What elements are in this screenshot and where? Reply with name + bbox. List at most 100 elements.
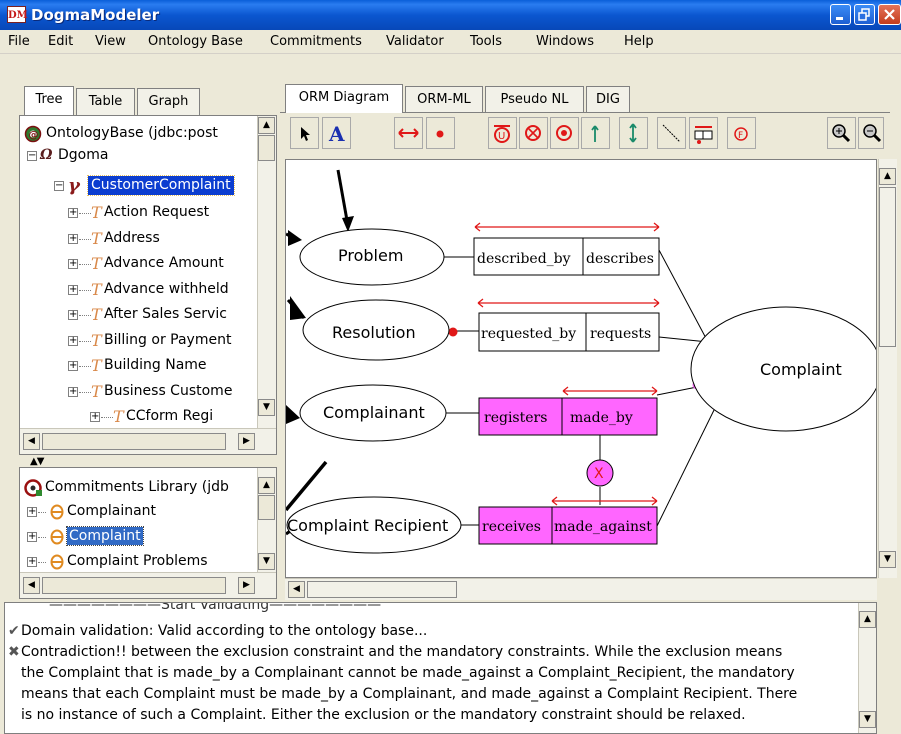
menu-tools[interactable]: Tools [470,34,502,49]
expand-icon[interactable]: + [27,532,37,542]
tab-table[interactable]: Table [76,88,135,115]
log-header: ————————Start Validating———————— [49,602,382,613]
log-vertical-scrollbar[interactable]: ▲ ▼ [858,603,876,733]
horizontal-scrollbar[interactable]: ◀ ▶ [20,428,276,454]
role-label: made_against [554,519,652,535]
fact-type-icon [694,126,713,144]
expand-icon[interactable]: + [68,335,78,346]
expand-icon[interactable]: + [68,208,78,218]
scroll-thumb[interactable] [258,135,275,161]
expand-icon[interactable]: + [68,284,78,295]
scroll-down-icon[interactable]: ▼ [859,711,876,728]
mandatory-dot [448,327,458,337]
uniqueness-bar-tool-button[interactable] [394,117,423,149]
scroll-down-icon[interactable]: ▼ [258,553,275,570]
expand-icon[interactable]: + [68,361,78,371]
double-subtype-tool-button[interactable] [619,117,648,149]
horizontal-scrollbar[interactable]: ◀ ▶ [20,572,276,598]
total-icon [556,125,572,141]
arrow-head [290,296,306,320]
tab-orm-ml[interactable]: ORM-ML [405,86,483,113]
pointer-tool-button[interactable] [290,117,319,149]
vertical-scrollbar[interactable]: ▲ ▼ [257,116,276,428]
scroll-right-icon[interactable]: ▶ [238,577,255,594]
uniqueness-tool-button[interactable]: U [488,117,517,149]
orm-diagram-canvas[interactable]: X Problem Resolution Complainant Complai… [285,159,877,578]
scroll-left-icon[interactable]: ◀ [23,433,40,450]
collapse-icon[interactable]: − [27,151,37,161]
expand-icon[interactable]: + [68,310,78,320]
fact-type-tool-button[interactable] [689,117,718,149]
splitter-arrows-icon[interactable]: ▲▼ [30,456,44,467]
svg-text:U: U [498,131,505,142]
scroll-thumb[interactable] [42,577,226,594]
expand-icon[interactable]: + [90,412,100,422]
close-button[interactable] [878,4,901,25]
diagram-vertical-scrollbar[interactable]: ▲ ▼ [878,159,897,578]
tab-graph[interactable]: Graph [137,88,200,115]
expand-icon[interactable]: + [27,507,37,517]
vertical-scrollbar[interactable]: ▲ ▼ [257,468,276,572]
pointer-icon [301,127,310,141]
check-icon: ✔ [8,623,20,639]
tab-pseudo-nl[interactable]: Pseudo NL [485,86,584,113]
scroll-thumb[interactable] [879,187,896,347]
expand-icon[interactable]: + [68,233,78,244]
text-icon: A [328,122,345,146]
zoom-out-icon [863,124,882,143]
close-icon [884,9,895,20]
diagram-horizontal-scrollbar[interactable]: ◀ [285,578,877,600]
frequency-tool-button[interactable]: F [727,117,756,149]
tab-tree[interactable]: Tree [24,86,74,115]
object-label-problem: Problem [338,246,403,265]
scroll-thumb[interactable] [42,433,226,450]
tab-orm-diagram[interactable]: ORM Diagram [285,84,403,113]
menu-commitments[interactable]: Commitments [270,34,362,49]
scroll-up-icon[interactable]: ▲ [859,611,876,628]
menu-help[interactable]: Help [624,34,654,49]
svg-text:F: F [738,131,743,141]
menu-view[interactable]: View [95,34,126,49]
menu-ontology-base[interactable]: Ontology Base [148,34,243,49]
scroll-right-icon[interactable]: ▶ [238,433,255,450]
menu-edit[interactable]: Edit [48,34,73,49]
zoom-in-button[interactable] [827,117,856,149]
ontology-tree-panel: @ OntologyBase (jdbc:post − Ω Dgoma − γ … [19,115,277,455]
term-icon: T [91,330,102,350]
commitment-label: Complainant [67,503,157,519]
scroll-up-icon[interactable]: ▲ [879,168,896,185]
line-tool-button[interactable] [657,117,686,149]
menu-file[interactable]: File [8,34,30,49]
maximize-button[interactable] [854,4,875,25]
tab-dig[interactable]: DIG [586,86,630,113]
scroll-thumb[interactable] [258,495,275,520]
expand-icon[interactable]: + [68,259,78,269]
uniqueness-icon: U [494,125,510,143]
scroll-down-icon[interactable]: ▼ [879,551,896,568]
scroll-left-icon[interactable]: ◀ [288,581,305,598]
subtype-arrow-icon [591,125,599,142]
collapse-icon[interactable]: − [54,181,64,191]
expand-icon[interactable]: + [27,557,37,567]
commitment-label: Complaint [66,526,144,546]
commitments-panel: Commitments Library (jdb + Complainant + Co… [19,467,277,599]
text-tool-button[interactable]: A [322,117,351,149]
scroll-left-icon[interactable]: ◀ [23,577,40,594]
mandatory-tool-button[interactable] [426,117,455,149]
menu-validator[interactable]: Validator [386,34,444,49]
minimize-button[interactable] [830,4,851,25]
expand-icon[interactable]: + [68,386,78,397]
role-label: described_by [477,251,571,267]
scroll-up-icon[interactable]: ▲ [258,117,275,134]
scroll-thumb[interactable] [307,581,457,598]
total-tool-button[interactable] [550,117,579,149]
subtype-tool-button[interactable] [581,117,610,149]
exclusion-tool-button[interactable] [519,117,548,149]
menu-windows[interactable]: Windows [536,34,594,49]
ontology-base-icon: @ [24,125,42,143]
zoom-out-button[interactable] [858,117,884,149]
scroll-down-icon[interactable]: ▼ [258,399,275,416]
scroll-up-icon[interactable]: ▲ [258,477,275,494]
tree-item-label: Address [104,229,160,246]
object-label-resolution: Resolution [332,323,416,342]
